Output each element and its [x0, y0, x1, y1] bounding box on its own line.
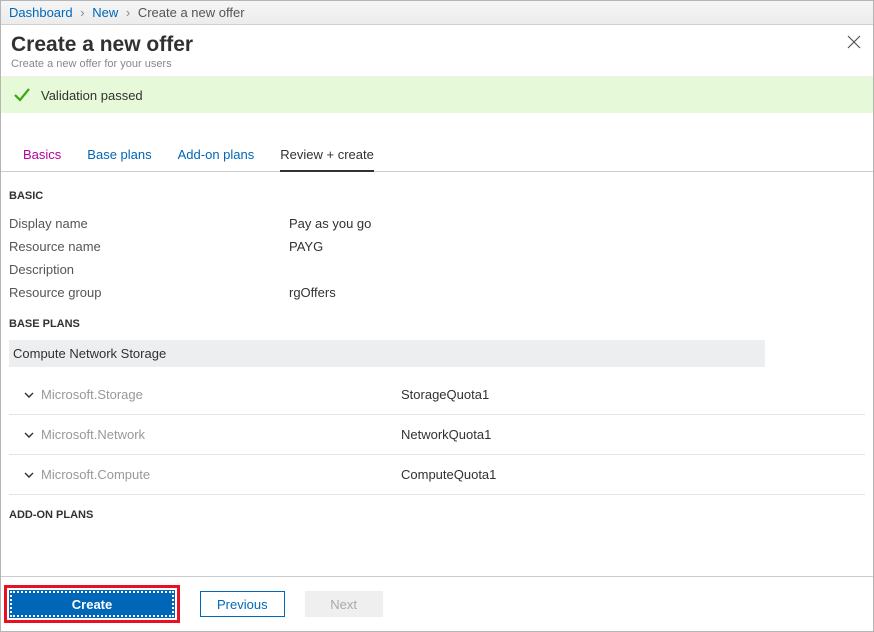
previous-button[interactable]: Previous: [200, 591, 285, 617]
tab-basics[interactable]: Basics: [23, 141, 61, 171]
plan-row: Microsoft.Storage StorageQuota1: [9, 375, 865, 415]
tab-bar: Basics Base plans Add-on plans Review + …: [1, 141, 873, 172]
close-button[interactable]: [847, 35, 861, 49]
kv-display-name: Display name Pay as you go: [9, 212, 865, 235]
validation-text: Validation passed: [41, 88, 143, 103]
page-header: Create a new offer Create a new offer fo…: [1, 25, 873, 77]
check-icon: [13, 86, 31, 104]
chevron-right-icon: ›: [76, 5, 88, 20]
breadcrumb-new[interactable]: New: [92, 5, 118, 20]
kv-resource-group: Resource group rgOffers: [9, 281, 865, 304]
display-name-value: Pay as you go: [289, 216, 371, 231]
plan-service: Microsoft.Network: [41, 427, 401, 442]
description-label: Description: [9, 262, 289, 277]
breadcrumb: Dashboard › New › Create a new offer: [1, 1, 873, 25]
resource-group-label: Resource group: [9, 285, 289, 300]
breadcrumb-current: Create a new offer: [138, 5, 245, 20]
plan-quota: ComputeQuota1: [401, 467, 496, 482]
next-button: Next: [305, 591, 383, 617]
close-icon: [847, 35, 861, 49]
chevron-down-icon[interactable]: [23, 429, 41, 441]
plan-service: Microsoft.Storage: [41, 387, 401, 402]
create-button[interactable]: Create: [10, 591, 174, 617]
base-plan-list: Microsoft.Storage StorageQuota1 Microsof…: [9, 375, 865, 495]
page-subtitle: Create a new offer for your users: [11, 58, 863, 70]
plan-row: Microsoft.Network NetworkQuota1: [9, 415, 865, 455]
plan-quota: NetworkQuota1: [401, 427, 491, 442]
plan-service: Microsoft.Compute: [41, 467, 401, 482]
tab-review-create[interactable]: Review + create: [280, 141, 374, 172]
chevron-down-icon[interactable]: [23, 469, 41, 481]
display-name-label: Display name: [9, 216, 289, 231]
page-title: Create a new offer: [11, 33, 863, 57]
create-button-highlight: Create: [4, 585, 180, 623]
footer-bar: Create Previous Next: [1, 576, 873, 631]
tab-base-plans[interactable]: Base plans: [87, 141, 151, 171]
resource-name-value: PAYG: [289, 239, 323, 254]
validation-banner: Validation passed: [1, 77, 873, 113]
base-plan-title: Compute Network Storage: [9, 340, 765, 367]
chevron-right-icon: ›: [122, 5, 134, 20]
section-addon-plans: ADD-ON PLANS: [9, 509, 865, 521]
chevron-down-icon[interactable]: [23, 389, 41, 401]
section-base-plans: BASE PLANS: [9, 318, 865, 330]
resource-name-label: Resource name: [9, 239, 289, 254]
content-area: BASIC Display name Pay as you go Resourc…: [1, 172, 873, 576]
resource-group-value: rgOffers: [289, 285, 336, 300]
section-basic: BASIC: [9, 190, 865, 202]
breadcrumb-dashboard[interactable]: Dashboard: [9, 5, 73, 20]
kv-resource-name: Resource name PAYG: [9, 235, 865, 258]
plan-quota: StorageQuota1: [401, 387, 489, 402]
plan-row: Microsoft.Compute ComputeQuota1: [9, 455, 865, 495]
tab-addon-plans[interactable]: Add-on plans: [178, 141, 255, 171]
kv-description: Description: [9, 258, 865, 281]
